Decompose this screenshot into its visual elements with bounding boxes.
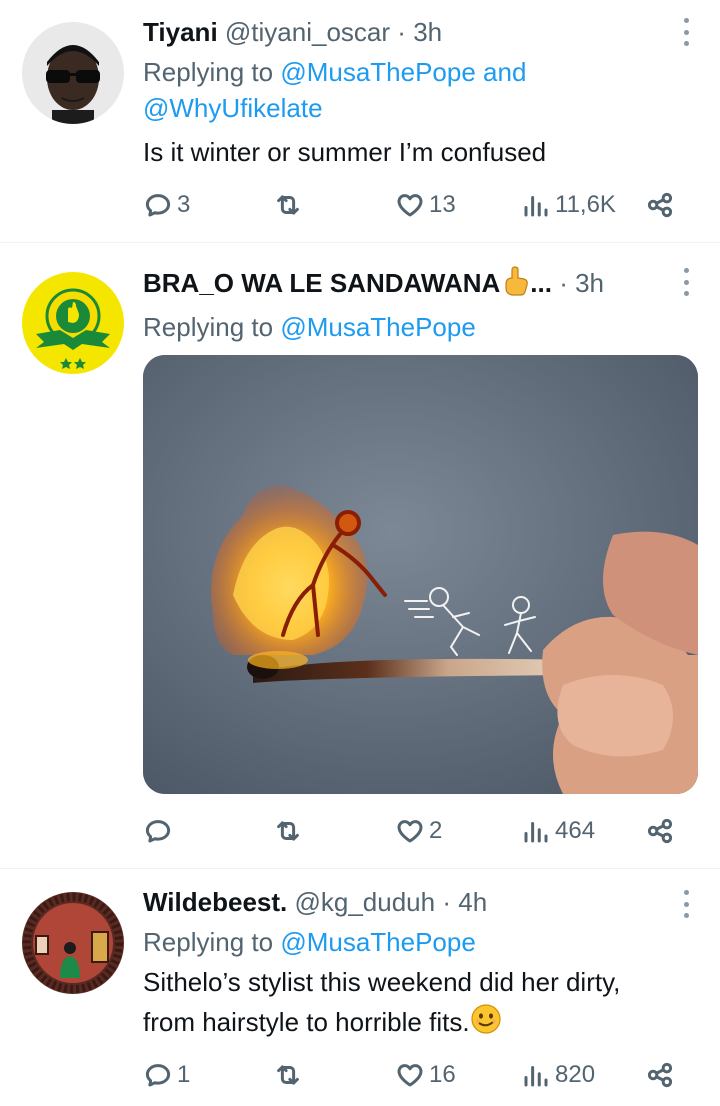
more-icon[interactable] [682, 268, 690, 296]
replying-to: Replying to @MusaThePope [143, 309, 696, 345]
tweet-divider [0, 242, 720, 243]
display-name[interactable]: BRA_O WA LE SANDAWANA [143, 268, 500, 298]
pointing-hand-emoji [500, 266, 530, 303]
display-name[interactable]: Wildebeest. [143, 887, 287, 917]
reply-button[interactable]: 1 [143, 1058, 190, 1092]
view-count: 11,6K [555, 191, 616, 218]
timestamp[interactable]: 4h [458, 887, 487, 917]
retweet-button[interactable] [273, 1058, 307, 1092]
timestamp[interactable]: 3h [575, 268, 604, 298]
mention-link[interactable]: @MusaThePope [280, 927, 476, 957]
replying-joiner[interactable]: and [483, 57, 526, 87]
views-button[interactable]: 464 [521, 814, 595, 848]
display-name-ellipsis: ... [530, 268, 552, 298]
heart-icon [395, 190, 425, 220]
tweet-text-line: from hairstyle to horrible fits. [143, 1007, 470, 1037]
view-count: 464 [555, 817, 596, 844]
share-icon [645, 190, 675, 220]
heart-icon [395, 1060, 425, 1090]
share-button[interactable] [645, 1058, 675, 1092]
user-handle[interactable]: @kg_duduh [294, 887, 435, 917]
tweet-actions-1: 3 13 11,6K [143, 188, 683, 222]
retweet-button[interactable] [273, 814, 307, 848]
avatar-sundowns[interactable] [22, 272, 124, 374]
tweet-body-2: BRA_O WA LE SANDAWANA... · 3h Replying t… [143, 266, 696, 345]
heart-icon [395, 816, 425, 846]
views-icon [521, 1060, 551, 1090]
view-count: 820 [555, 1061, 596, 1088]
timestamp[interactable]: 3h [413, 17, 442, 47]
reply-button[interactable]: 3 [143, 188, 190, 222]
replying-to-label: Replying to [143, 927, 274, 957]
retweet-icon [273, 816, 303, 846]
tweet-text: Is it winter or summer I’m confused [143, 137, 547, 167]
share-icon [645, 816, 675, 846]
separator-dot: · [559, 268, 568, 298]
avatar-image [22, 22, 124, 124]
reply-icon [143, 816, 173, 846]
separator-dot: · [442, 887, 452, 917]
like-button[interactable]: 13 [395, 188, 456, 222]
tweet-actions-3: 1 16 820 [143, 1058, 683, 1092]
like-button[interactable]: 2 [395, 814, 442, 848]
retweet-icon [273, 1060, 303, 1090]
more-icon[interactable] [682, 890, 690, 918]
tweet-media-image[interactable] [143, 355, 698, 794]
views-icon [521, 816, 551, 846]
tweet-header: Tiyani @tiyani_oscar · 3h [143, 16, 696, 48]
share-icon [645, 1060, 675, 1090]
tweet-header: BRA_O WA LE SANDAWANA... · 3h [143, 266, 696, 303]
replying-to: Replying to @MusaThePope and @WhyUfikela… [143, 54, 696, 126]
more-icon[interactable] [682, 18, 690, 46]
like-count: 13 [429, 191, 456, 218]
tweet-text-line: Sithelo’s stylist this weekend did her d… [143, 967, 621, 997]
smiling-face-emoji [470, 1003, 502, 1046]
avatar-image [22, 272, 124, 374]
retweet-icon [273, 190, 303, 220]
like-button[interactable]: 16 [395, 1058, 456, 1092]
matchstick-fire-illustration [143, 355, 698, 794]
mention-link[interactable]: @MusaThePope [280, 57, 476, 87]
reply-button[interactable] [143, 814, 177, 848]
tweet-header: Wildebeest. @kg_duduh · 4h [143, 886, 696, 918]
avatar-wildebeest[interactable] [22, 892, 124, 994]
reply-count: 3 [177, 191, 191, 218]
user-handle[interactable]: @tiyani_oscar [225, 17, 390, 47]
separator-dot: · [397, 17, 406, 47]
reply-icon [143, 190, 173, 220]
reply-icon [143, 1060, 173, 1090]
mention-link[interactable]: @MusaThePope [280, 312, 476, 342]
views-button[interactable]: 11,6K [521, 188, 616, 222]
share-button[interactable] [645, 188, 675, 222]
avatar-tiyani[interactable] [22, 22, 124, 124]
tweet-divider [0, 868, 720, 869]
tweet-actions-2: 2 464 [143, 814, 683, 848]
tweet-body-1: Tiyani @tiyani_oscar · 3h Replying to @M… [143, 16, 696, 172]
mention-link[interactable]: @WhyUfikelate [143, 93, 323, 123]
tweet-body-3: Wildebeest. @kg_duduh · 4h Replying to @… [143, 886, 696, 1046]
replying-to-label: Replying to [143, 57, 274, 87]
replying-to-label: Replying to [143, 312, 274, 342]
views-button[interactable]: 820 [521, 1058, 595, 1092]
like-count: 16 [429, 1061, 456, 1088]
like-count: 2 [429, 817, 443, 844]
retweet-button[interactable] [273, 188, 307, 222]
avatar-image [22, 892, 124, 994]
views-icon [521, 190, 551, 220]
reply-count: 1 [177, 1061, 191, 1088]
display-name[interactable]: Tiyani [143, 17, 218, 47]
share-button[interactable] [645, 814, 675, 848]
replying-to: Replying to @MusaThePope [143, 924, 696, 960]
tweet-text: Sithelo’s stylist this weekend did her d… [143, 962, 696, 1046]
